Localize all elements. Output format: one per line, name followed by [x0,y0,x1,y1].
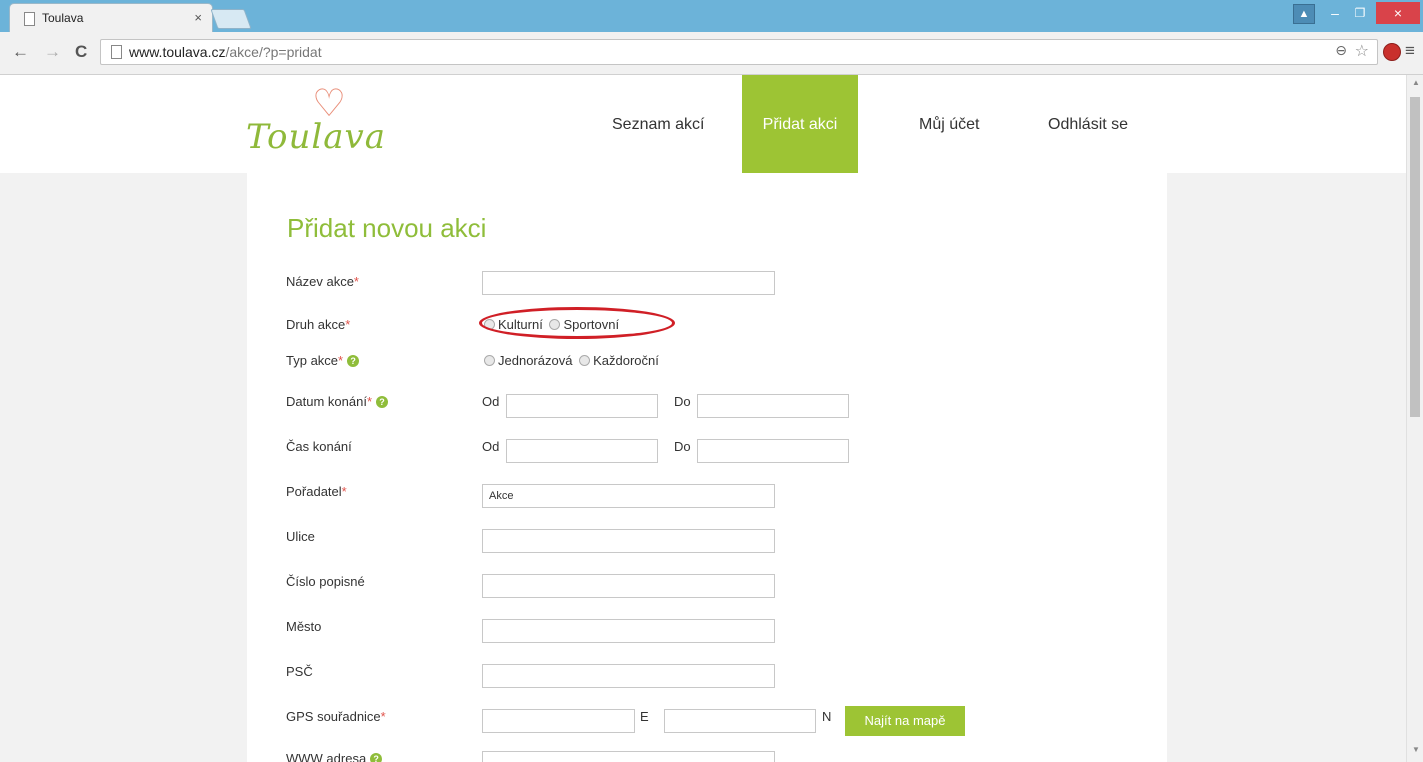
help-icon[interactable]: ? [376,396,388,408]
highlight-ellipse [479,307,675,339]
date-from-label: Od [482,394,500,409]
help-icon[interactable]: ? [370,753,383,762]
tab-title: Toulava [42,11,84,25]
time-to-label: Do [674,439,691,454]
reload-icon[interactable]: C [75,42,87,62]
time-label: Čas konání [286,439,352,454]
scroll-up-icon[interactable]: ▲ [1412,78,1420,87]
bookmark-star-icon[interactable]: ☆ [1355,41,1369,61]
zoom-icon[interactable]: ⊖ [1335,42,1347,59]
logo-text: Toulava [246,117,387,157]
type-radio-jednorazova[interactable] [484,355,495,366]
time-from-label: Od [482,439,500,454]
gps-e-input[interactable] [482,709,635,733]
gps-n-input[interactable] [664,709,816,733]
url-text: www.toulava.cz/akce/?p=pridat [129,44,322,60]
date-from-input[interactable] [506,394,658,418]
help-icon[interactable]: ? [347,355,360,367]
street-input[interactable] [482,529,775,553]
page-viewport: ♡ Toulava Seznam akcí Přidat akci Můj úč… [0,75,1406,762]
house-number-input[interactable] [482,574,775,598]
minimize-icon[interactable]: – [1325,4,1345,22]
kind-label: Druh akce* [286,317,351,332]
www-input[interactable] [482,751,775,762]
type-label: Typ akce*? [286,353,360,368]
time-to-input[interactable] [697,439,849,463]
organizer-label: Pořadatel* [286,484,347,499]
new-tab-button[interactable] [210,9,252,29]
find-on-map-button[interactable]: Najít na mapě [845,706,965,736]
nav-pridat-akci[interactable]: Přidat akci [742,75,858,173]
nav-odhlasit-se[interactable]: Odhlásit se [1048,75,1128,173]
type-radio-kazdorocni[interactable] [579,355,591,366]
www-label: WWW adresa? [286,751,383,762]
page-icon [111,45,122,59]
gps-label: GPS souřadnice* [286,709,386,724]
adblock-extension-icon[interactable] [1383,43,1401,61]
type-radio-group: Jednorázová Každoroční [481,353,659,368]
city-label: Město [286,619,322,634]
time-from-input[interactable] [506,439,658,463]
city-input[interactable] [482,619,775,643]
house-number-label: Číslo popisné [286,574,365,589]
user-profile-icon[interactable]: ▲ [1293,4,1315,24]
browser-menu-icon[interactable]: ≡ [1405,41,1415,61]
organizer-input[interactable]: Akce [482,484,775,508]
nav-seznam-akci[interactable]: Seznam akcí [612,75,704,173]
gps-n-label: N [822,709,832,724]
page-title: Přidat novou akci [287,213,487,243]
form-container: Přidat novou akci Název akce* Druh akce*… [247,173,1167,762]
scroll-down-icon[interactable]: ▼ [1412,745,1420,754]
zip-label: PSČ [286,664,313,679]
window-close-icon[interactable]: × [1376,2,1420,24]
scroll-thumb[interactable] [1410,97,1420,417]
address-bar[interactable]: www.toulava.cz/akce/?p=pridat ⊖ ☆ [100,39,1378,65]
date-to-input[interactable] [697,394,849,418]
street-label: Ulice [286,529,315,544]
date-label: Datum konání*? [286,394,388,409]
window-titlebar: Toulava × ▲ – ❐ × [0,0,1423,32]
gps-e-label: E [640,709,649,724]
browser-toolbar: ← → C www.toulava.cz/akce/?p=pridat ⊖ ☆ … [0,32,1423,75]
name-input[interactable] [482,271,775,295]
browser-tab[interactable]: Toulava × [10,4,212,32]
tab-close-icon[interactable]: × [194,10,202,25]
name-label: Název akce* [286,274,359,289]
forward-icon[interactable]: → [44,42,61,62]
maximize-icon[interactable]: ❐ [1350,4,1370,22]
date-to-label: Do [674,394,691,409]
page-scrollbar[interactable]: ▲ ▼ [1406,75,1423,762]
site-logo[interactable]: ♡ Toulava [246,85,386,165]
nav-muj-ucet[interactable]: Můj účet [919,75,979,173]
back-icon[interactable]: ← [12,42,29,62]
site-header: ♡ Toulava Seznam akcí Přidat akci Můj úč… [0,75,1406,173]
zip-input[interactable] [482,664,775,688]
page-icon [24,12,35,26]
